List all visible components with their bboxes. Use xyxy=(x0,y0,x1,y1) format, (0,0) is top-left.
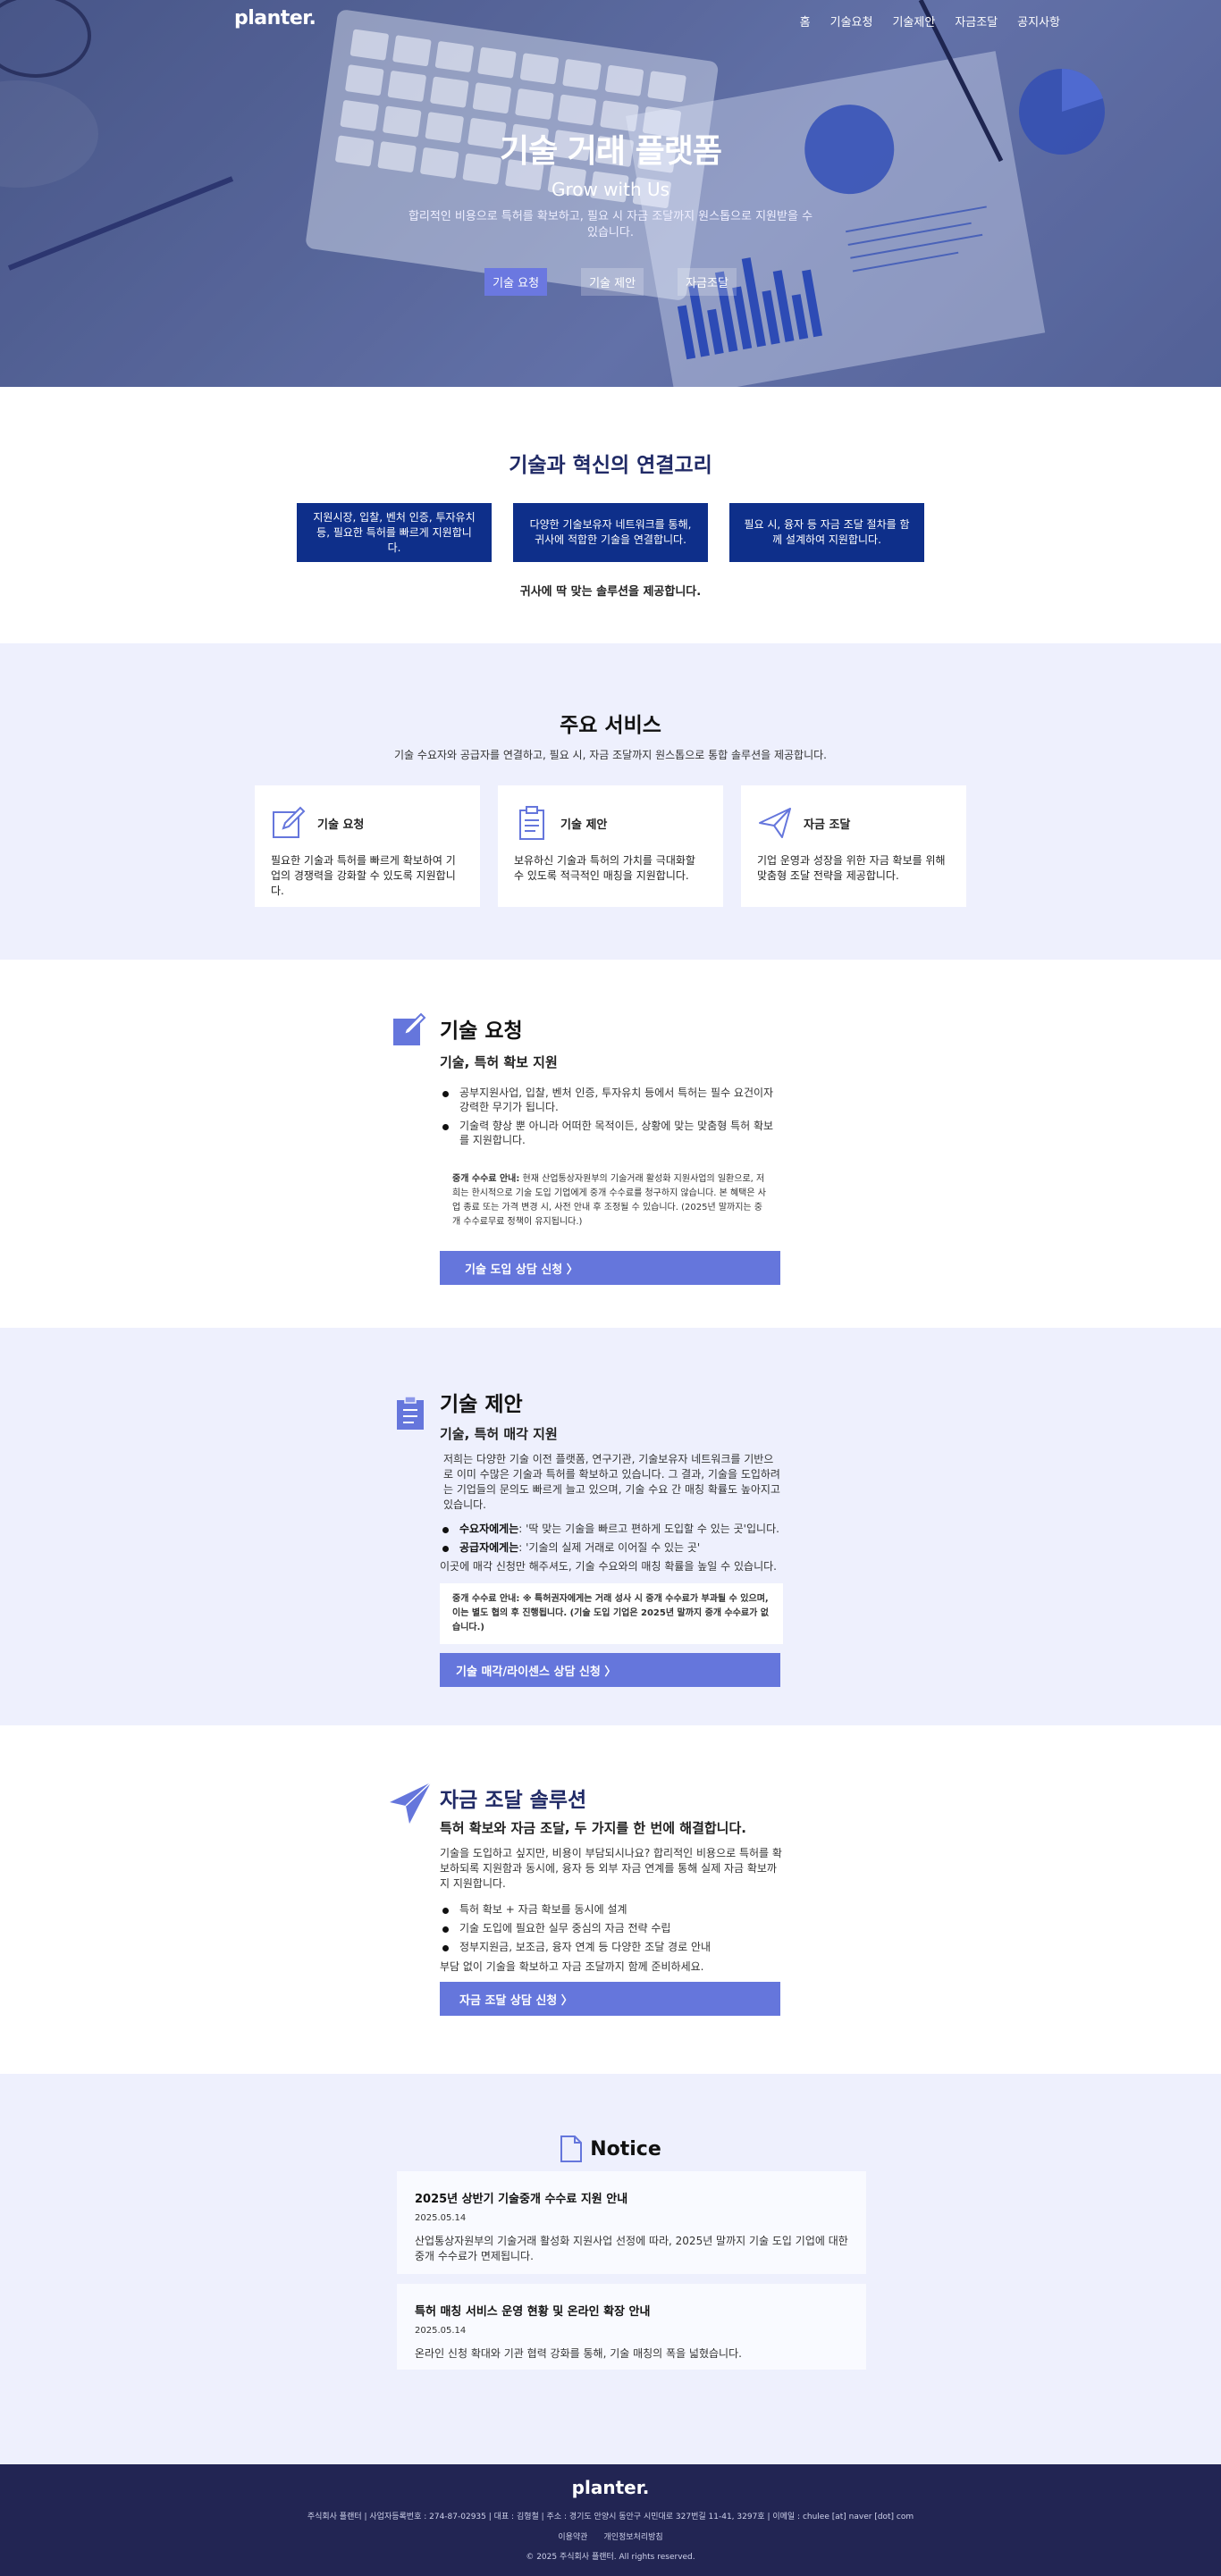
nav-link-notice[interactable]: 공지사항 xyxy=(1017,13,1060,29)
service-card-title: 자금 조달 xyxy=(804,818,851,832)
hero-funding-button[interactable]: 자금조달 xyxy=(678,268,737,296)
funding-closing: 부담 없이 기술을 확보하고 자금 조달까지 함께 준비하세요. xyxy=(440,1960,704,1973)
notice-item[interactable]: 특허 매칭 서비스 운영 현황 및 온라인 확장 안내 2025.05.14 온… xyxy=(397,2284,866,2370)
nav-link-tech-offer[interactable]: 기술제안 xyxy=(892,13,935,29)
list-item: 공급자에게는: '기술의 실제 거래로 이어질 수 있는 곳' xyxy=(440,1540,783,1555)
tech-offer-intro: 저희는 다양한 기술 이전 플랫폼, 연구기관, 기술보유자 네트워크를 기반으… xyxy=(443,1453,780,1511)
services-section: 주요 서비스 기술 수요자와 공급자를 연결하고, 필요 시, 자금 조달까지 … xyxy=(0,643,1221,960)
connect-title: 기술과 혁신의 연결고리 xyxy=(509,454,712,477)
service-card-tech-request[interactable]: 기술 요청 필요한 기술과 특허를 빠르게 확보하여 기업의 경쟁력을 강화할 … xyxy=(255,785,480,907)
connect-box: 지원시장, 입찰, 벤처 인증, 투자유치 등, 필요한 특허를 빠르게 지원합… xyxy=(297,503,492,562)
bullet-text: : '딱 맞는 기술을 빠르고 편하게 도입할 수 있는 곳'입니다. xyxy=(518,1523,779,1535)
tech-offer-consult-button[interactable]: 기술 매각/라이센스 상담 신청 〉 xyxy=(440,1653,780,1687)
hero-subtitle: Grow with Us xyxy=(551,179,670,200)
hero-tech-request-button[interactable]: 기술 요청 xyxy=(484,268,548,296)
hero-tech-offer-button[interactable]: 기술 제안 xyxy=(581,268,644,296)
tech-offer-closing: 이곳에 매각 신청만 해주셔도, 기술 수요와의 매칭 확률을 높일 수 있습니… xyxy=(440,1560,777,1573)
notice-header: Notice xyxy=(0,2135,1221,2163)
notice-section: Notice 2025년 상반기 기술중개 수수료 지원 안내 2025.05.… xyxy=(0,2074,1221,2464)
fee-notice: 중개 수수료 안내: 현재 산업통상자원부의 기술거래 활성화 지원사업의 일환… xyxy=(440,1163,779,1238)
tech-request-title: 기술 요청 xyxy=(440,1019,523,1043)
connect-section: 기술과 혁신의 연결고리 지원시장, 입찰, 벤처 인증, 투자유치 등, 필요… xyxy=(0,387,1221,643)
footer-link-privacy[interactable]: 개인정보처리방침 xyxy=(603,2530,662,2542)
hero-buttons: 기술 요청 기술 제안 자금조달 xyxy=(0,268,1221,296)
hero-title: 기술 거래 플랫폼 xyxy=(500,133,722,170)
tech-offer-section: 기술 제안 기술, 특허 매각 지원 저희는 다양한 기술 이전 플랫폼, 연구… xyxy=(0,1328,1221,1725)
notice-item-title: 특허 매칭 서비스 운영 현황 및 온라인 확장 안내 xyxy=(415,2305,651,2319)
footer-copyright: © 2025 주식회사 플랜터. All rights reserved. xyxy=(526,2553,695,2562)
list-item: 기술 도입에 필요한 실무 중심의 자금 전략 수립 xyxy=(440,1921,783,1935)
funding-consult-button[interactable]: 자금 조달 상담 신청 〉 xyxy=(440,1982,780,2016)
tech-request-bullets: 공부지원사업, 입찰, 벤처 인증, 투자유치 등에서 특허는 필수 요건이자 … xyxy=(440,1086,779,1147)
fee-notice-label: 중개 수수료 안내: xyxy=(452,1174,520,1184)
services-description: 기술 수요자와 공급자를 연결하고, 필요 시, 자금 조달까지 원스톱으로 통… xyxy=(394,749,827,761)
service-card-title: 기술 제안 xyxy=(560,818,608,832)
service-card-description: 보유하신 기술과 특허의 가치를 극대화할 수 있도록 적극적인 매칭을 지원합… xyxy=(514,854,695,882)
connect-box: 필요 시, 융자 등 자금 조달 절차를 함께 설계하여 지원합니다. xyxy=(729,503,924,562)
footer-logo: planter. xyxy=(571,2477,650,2498)
clipboard-icon xyxy=(519,806,544,840)
bullet-label: 수요자에게는 xyxy=(459,1523,519,1535)
funding-subtitle: 특허 확보와 자금 조달, 두 가지를 한 번에 해결합니다. xyxy=(440,1820,746,1836)
service-card-description: 기업 운영과 성장을 위한 자금 확보를 위해 맞춤형 조달 전략을 제공합니다… xyxy=(757,854,946,882)
nav-link-tech-request[interactable]: 기술요청 xyxy=(830,13,873,29)
top-nav: planter. 홈 기술요청 기술제안 자금조달 공지사항 xyxy=(0,0,1221,39)
nav-links: 홈 기술요청 기술제안 자금조달 공지사항 xyxy=(800,13,1060,29)
tech-offer-bullets: 수요자에게는: '딱 맞는 기술을 빠르고 편하게 도입할 수 있는 곳'입니다… xyxy=(440,1522,783,1555)
edit-icon xyxy=(393,1012,426,1045)
tech-request-section: 기술 요청 기술, 특허 확보 지원 공부지원사업, 입찰, 벤처 인증, 투자… xyxy=(0,960,1221,1328)
notice-item-body: 온라인 신청 확대와 기관 협력 강화를 통해, 기술 매칭의 폭을 넓혔습니다… xyxy=(415,2347,742,2360)
bullet-text: : '기술의 실제 거래로 이어질 수 있는 곳' xyxy=(518,1541,701,1554)
document-icon xyxy=(560,2135,583,2162)
funding-section: 자금 조달 솔루션 특허 확보와 자금 조달, 두 가지를 한 번에 해결합니다… xyxy=(0,1725,1221,2074)
notice-item-date: 2025.05.14 xyxy=(415,2326,467,2336)
list-item: 특허 확보 + 자금 확보를 동시에 설계 xyxy=(440,1902,783,1917)
footer-link-terms[interactable]: 이용약관 xyxy=(558,2530,587,2542)
funding-bullets: 특허 확보 + 자금 확보를 동시에 설계 기술 도입에 필요한 실무 중심의 … xyxy=(440,1902,783,1954)
footer-company-info: 주식회사 플랜터 | 사업자등록번호 : 274-87-02935 | 대표 :… xyxy=(307,2513,914,2521)
tech-request-consult-button[interactable]: 기술 도입 상담 신청 〉 xyxy=(440,1251,780,1285)
hero-section: planter. 홈 기술요청 기술제안 자금조달 공지사항 기술 거래 플랫폼… xyxy=(0,0,1221,387)
footer-links: 이용약관 개인정보처리방침 xyxy=(0,2530,1221,2542)
footer: planter. 주식회사 플랜터 | 사업자등록번호 : 274-87-029… xyxy=(0,2464,1221,2576)
hero-content: 기술 거래 플랫폼 Grow with Us 합리적인 비용으로 특허를 확보하… xyxy=(0,125,1221,296)
tech-offer-subtitle: 기술, 특허 매각 지원 xyxy=(440,1426,558,1442)
notice-item-date: 2025.05.14 xyxy=(415,2213,467,2223)
hero-description: 합리적인 비용으로 특허를 확보하고, 필요 시 자금 조달까지 원스톱으로 지… xyxy=(408,210,813,239)
bullet-label: 공급자에게는 xyxy=(459,1541,519,1554)
notice-item-title: 2025년 상반기 기술중개 수수료 지원 안내 xyxy=(415,2193,628,2206)
notice-title: Notice xyxy=(590,2137,661,2161)
funding-title: 자금 조달 솔루션 xyxy=(440,1789,587,1812)
site-logo[interactable]: planter. xyxy=(234,7,316,29)
nav-link-funding[interactable]: 자금조달 xyxy=(955,13,998,29)
paper-plane-icon xyxy=(390,1782,432,1824)
service-cards: 기술 요청 필요한 기술과 특허를 빠르게 확보하여 기업의 경쟁력을 강화할 … xyxy=(0,785,1221,907)
clipboard-icon xyxy=(397,1396,424,1430)
connect-footer-text: 귀사에 딱 맞는 솔루션을 제공합니다. xyxy=(519,585,702,599)
service-card-title: 기술 요청 xyxy=(317,818,365,832)
funding-intro: 기술을 도입하고 싶지만, 비용이 부담되시나요? 합리적인 비용으로 특허를 … xyxy=(440,1847,782,1890)
fee-notice: 중개 수수료 안내: ※ 특허권자에게는 거래 성사 시 중개 수수료가 부과될… xyxy=(440,1583,783,1644)
services-title: 주요 서비스 xyxy=(560,714,661,737)
nav-link-home[interactable]: 홈 xyxy=(800,13,811,29)
connect-box: 다양한 기술보유자 네트워크를 통해, 귀사에 적합한 기술을 연결합니다. xyxy=(513,503,708,562)
list-item: 수요자에게는: '딱 맞는 기술을 빠르고 편하게 도입할 수 있는 곳'입니다… xyxy=(440,1522,783,1536)
tech-request-subtitle: 기술, 특허 확보 지원 xyxy=(440,1054,558,1070)
service-card-funding[interactable]: 자금 조달 기업 운영과 성장을 위한 자금 확보를 위해 맞춤형 조달 전략을… xyxy=(741,785,966,907)
edit-icon xyxy=(273,806,306,838)
list-item: 정부지원금, 보조금, 융자 연계 등 다양한 조달 경로 안내 xyxy=(440,1940,783,1954)
paper-plane-icon xyxy=(759,808,791,838)
list-item: 기술력 향상 뿐 아니라 어떠한 목적이든, 상황에 맞는 맞춤형 특허 확보를… xyxy=(440,1119,779,1147)
service-card-description: 필요한 기술과 특허를 빠르게 확보하여 기업의 경쟁력을 강화할 수 있도록 … xyxy=(271,854,456,897)
list-item: 공부지원사업, 입찰, 벤처 인증, 투자유치 등에서 특허는 필수 요건이자 … xyxy=(440,1086,779,1114)
tech-offer-title: 기술 제안 xyxy=(440,1393,523,1416)
notice-item[interactable]: 2025년 상반기 기술중개 수수료 지원 안내 2025.05.14 산업통상… xyxy=(397,2171,866,2274)
notice-item-body: 산업통상자원부의 기술거래 활성화 지원사업 선정에 따라, 2025년 말까지… xyxy=(415,2235,848,2262)
connect-boxes: 지원시장, 입찰, 벤처 인증, 투자유치 등, 필요한 특허를 빠르게 지원합… xyxy=(0,503,1221,562)
service-card-tech-offer[interactable]: 기술 제안 보유하신 기술과 특허의 가치를 극대화할 수 있도록 적극적인 매… xyxy=(498,785,723,907)
